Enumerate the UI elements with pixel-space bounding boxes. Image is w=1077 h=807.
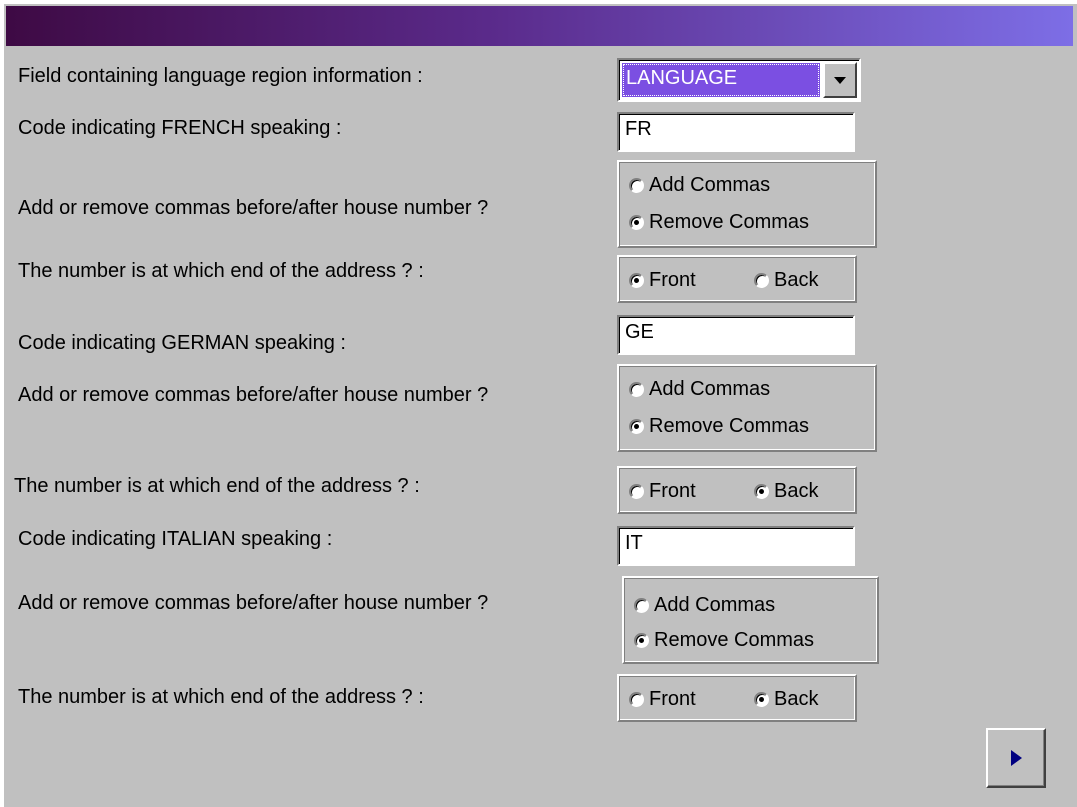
french-commas-label: Add or remove commas before/after house …: [18, 197, 489, 219]
italian-position-label: The number is at which end of the addres…: [18, 686, 424, 708]
language-field-label: Field containing language region informa…: [18, 65, 423, 87]
german-position-label: The number is at which end of the addres…: [14, 475, 420, 497]
radio-checked-icon: [754, 484, 769, 499]
german-code-input[interactable]: GE: [617, 315, 855, 355]
french-add-commas-radio[interactable]: Add Commas: [629, 174, 770, 197]
radio-icon: [754, 273, 769, 288]
radio-checked-icon: [634, 633, 649, 648]
language-field-dropdown[interactable]: LANGUAGE: [617, 58, 861, 102]
german-position-group: Front Back: [617, 466, 857, 514]
radio-label: Back: [774, 269, 819, 291]
chevron-down-icon: [834, 77, 846, 84]
italian-position-group: Front Back: [617, 674, 857, 722]
french-position-group: Front Back: [617, 255, 857, 303]
radio-icon: [634, 598, 649, 613]
radio-label: Add Commas: [649, 174, 771, 196]
radio-checked-icon: [629, 273, 644, 288]
german-code-label: Code indicating GERMAN speaking :: [18, 332, 346, 354]
french-front-radio[interactable]: Front: [629, 269, 696, 292]
italian-commas-label: Add or remove commas before/after house …: [18, 592, 489, 614]
french-commas-group: Add Commas Remove Commas: [617, 160, 877, 248]
title-bar: [6, 6, 1073, 46]
german-add-commas-radio[interactable]: Add Commas: [629, 378, 770, 401]
radio-icon: [629, 178, 644, 193]
french-code-input[interactable]: FR: [617, 112, 855, 152]
next-button[interactable]: [986, 728, 1046, 788]
radio-icon: [629, 692, 644, 707]
german-commas-label: Add or remove commas before/after house …: [18, 384, 489, 406]
radio-icon: [629, 382, 644, 397]
italian-commas-group: Add Commas Remove Commas: [622, 576, 879, 664]
french-position-label: The number is at which end of the addres…: [18, 260, 424, 282]
german-commas-group: Add Commas Remove Commas: [617, 364, 877, 452]
radio-label: Back: [774, 688, 819, 710]
french-back-radio[interactable]: Back: [754, 269, 818, 292]
radio-label: Remove Commas: [649, 211, 810, 233]
radio-label: Add Commas: [649, 378, 771, 400]
radio-checked-icon: [754, 692, 769, 707]
radio-label: Remove Commas: [649, 415, 810, 437]
radio-label: Front: [649, 269, 696, 291]
radio-label: Front: [649, 688, 696, 710]
radio-icon: [629, 484, 644, 499]
italian-code-input[interactable]: IT: [617, 526, 855, 566]
italian-front-radio[interactable]: Front: [629, 688, 696, 711]
radio-label: Add Commas: [654, 594, 776, 616]
italian-code-label: Code indicating ITALIAN speaking :: [18, 528, 333, 550]
french-remove-commas-radio[interactable]: Remove Commas: [629, 211, 809, 234]
italian-add-commas-radio[interactable]: Add Commas: [634, 594, 775, 617]
french-code-label: Code indicating FRENCH speaking :: [18, 117, 342, 139]
radio-checked-icon: [629, 419, 644, 434]
language-field-value: LANGUAGE: [622, 63, 820, 97]
italian-back-radio[interactable]: Back: [754, 688, 818, 711]
german-front-radio[interactable]: Front: [629, 480, 696, 503]
play-arrow-icon: [1011, 750, 1022, 766]
radio-label: Back: [774, 480, 819, 502]
dropdown-button[interactable]: [823, 62, 857, 98]
radio-label: Front: [649, 480, 696, 502]
german-remove-commas-radio[interactable]: Remove Commas: [629, 415, 809, 438]
german-back-radio[interactable]: Back: [754, 480, 818, 503]
radio-checked-icon: [629, 215, 644, 230]
radio-label: Remove Commas: [654, 629, 815, 651]
italian-remove-commas-radio[interactable]: Remove Commas: [634, 629, 814, 652]
